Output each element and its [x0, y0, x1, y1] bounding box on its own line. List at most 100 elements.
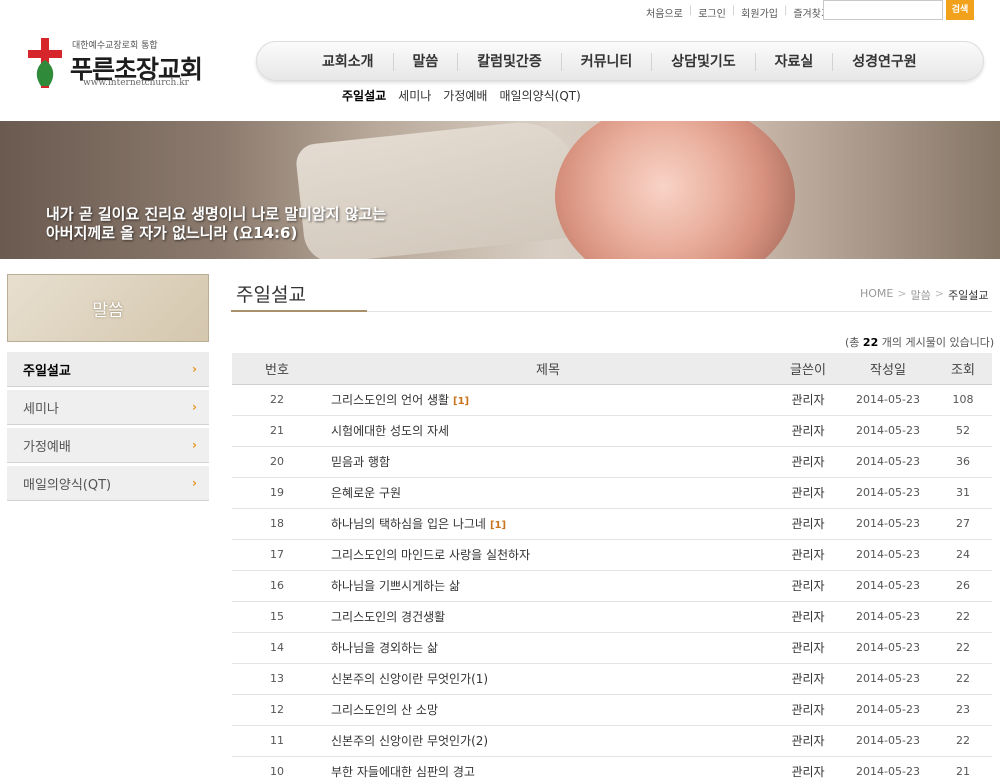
post-title-link[interactable]: 그리스도인의 마인드로 사랑을 실천하자	[331, 548, 530, 562]
post-title-cell: 부한 자들에대한 심판의 경고	[322, 756, 774, 782]
search-input[interactable]	[823, 0, 943, 20]
table-row: 13 신본주의 신앙이란 무엇인가(1) 관리자 2014-05-23 22	[232, 663, 992, 695]
post-number: 20	[232, 446, 322, 478]
nav-item-archive[interactable]: 자료실	[754, 53, 833, 71]
side-item-sunday-sermon[interactable]: 주일설교 ›	[7, 352, 209, 387]
post-writer: 관리자	[774, 508, 842, 540]
church-cross-icon	[28, 38, 62, 88]
post-title-link[interactable]: 시험에대한 성도의 자세	[331, 424, 449, 438]
nav-item-counsel[interactable]: 상담및기도	[651, 53, 754, 71]
utility-links: 처음으로 | 로그인 | 회원가입 | 즐겨찾기	[640, 5, 836, 20]
post-hits: 22	[934, 632, 992, 664]
post-writer: 관리자	[774, 756, 842, 782]
breadcrumb-section[interactable]: 말씀	[911, 287, 931, 303]
post-number: 17	[232, 539, 322, 571]
table-row: 14 하나님을 경외하는 삶 관리자 2014-05-23 22	[232, 632, 992, 664]
post-title-link[interactable]: 믿음과 행함	[331, 455, 390, 469]
table-row: 15 그리스도인의 경건생활 관리자 2014-05-23 22	[232, 601, 992, 633]
post-title-link[interactable]: 은혜로운 구원	[331, 486, 401, 500]
post-date: 2014-05-23	[842, 725, 934, 757]
post-writer: 관리자	[774, 415, 842, 447]
nav-item-about[interactable]: 교회소개	[303, 53, 393, 71]
post-date: 2014-05-23	[842, 756, 934, 782]
post-title-link[interactable]: 그리스도인의 언어 생활	[331, 393, 449, 407]
post-hits: 26	[934, 570, 992, 602]
signup-link[interactable]: 회원가입	[735, 5, 784, 20]
subnav-item-family-worship[interactable]: 가정예배	[443, 87, 487, 104]
post-hits: 36	[934, 446, 992, 478]
post-title-cell: 그리스도인의 경건생활	[322, 601, 774, 633]
side-item-family-worship[interactable]: 가정예배 ›	[7, 428, 209, 463]
post-title-cell: 신본주의 신앙이란 무엇인가(1)	[322, 663, 774, 695]
post-writer: 관리자	[774, 663, 842, 695]
post-title-link[interactable]: 부한 자들에대한 심판의 경고	[331, 765, 475, 779]
nav-item-column[interactable]: 칼럼및간증	[457, 53, 560, 71]
login-link[interactable]: 로그인	[692, 5, 732, 20]
post-number: 18	[232, 508, 322, 540]
post-date: 2014-05-23	[842, 539, 934, 571]
post-title-cell: 신본주의 신앙이란 무엇인가(2)	[322, 725, 774, 757]
search-button[interactable]: 검색	[946, 0, 974, 20]
post-title-link[interactable]: 하나님을 경외하는 삶	[331, 641, 438, 655]
comment-count: [1]	[453, 396, 470, 407]
breadcrumb-home[interactable]: HOME	[860, 287, 893, 303]
table-row: 17 그리스도인의 마인드로 사랑을 실천하자 관리자 2014-05-23 24	[232, 539, 992, 571]
post-title-link[interactable]: 하나님의 택하심을 입은 나그네	[331, 517, 486, 531]
hero-banner: 내가 곧 길이요 진리요 생명이니 나로 말미암지 않고는 아버지께로 올 자가…	[0, 121, 1000, 259]
post-hits: 22	[934, 663, 992, 695]
table-row: 18 하나님의 택하심을 입은 나그네 [1] 관리자 2014-05-23 27	[232, 508, 992, 540]
post-number: 22	[232, 384, 322, 416]
side-item-label: 세미나	[23, 401, 59, 417]
post-hits: 27	[934, 508, 992, 540]
table-row: 11 신본주의 신앙이란 무엇인가(2) 관리자 2014-05-23 22	[232, 725, 992, 757]
utility-bar: 처음으로 | 로그인 | 회원가입 | 즐겨찾기 검색	[0, 0, 1000, 24]
table-row: 22 그리스도인의 언어 생활 [1] 관리자 2014-05-23 108	[232, 384, 992, 416]
rose-image	[555, 121, 795, 259]
table-header-row: 번호 제목 글쓴이 작성일 조회	[232, 353, 992, 385]
post-title-link[interactable]: 그리스도인의 산 소망	[331, 703, 438, 717]
post-title-cell: 하나님을 기쁘시게하는 삶	[322, 570, 774, 602]
post-writer: 관리자	[774, 725, 842, 757]
post-title-link[interactable]: 하나님을 기쁘시게하는 삶	[331, 579, 460, 593]
post-writer: 관리자	[774, 632, 842, 664]
subnav-item-daily-qt[interactable]: 매일의양식(QT)	[499, 87, 580, 104]
side-menu: 주일설교 › 세미나 › 가정예배 › 매일의양식(QT) ›	[7, 352, 209, 504]
nav-item-sermon[interactable]: 말씀	[392, 53, 458, 71]
nav-item-community[interactable]: 커뮤니티	[560, 53, 652, 71]
post-writer: 관리자	[774, 570, 842, 602]
sub-nav: 주일설교 세미나 가정예배 매일의양식(QT)	[342, 87, 581, 104]
side-menu-title: 말씀	[7, 274, 209, 342]
chevron-right-icon: ›	[192, 476, 197, 490]
post-hits: 23	[934, 694, 992, 726]
post-number: 19	[232, 477, 322, 509]
side-item-seminar[interactable]: 세미나 ›	[7, 390, 209, 425]
col-writer-header: 글쓴이	[774, 353, 842, 385]
subnav-item-sunday-sermon[interactable]: 주일설교	[342, 87, 386, 104]
post-number: 21	[232, 415, 322, 447]
comment-count: [1]	[489, 520, 507, 531]
post-date: 2014-05-23	[842, 570, 934, 602]
post-title-cell: 하나님의 택하심을 입은 나그네 [1]	[322, 508, 774, 540]
post-date: 2014-05-23	[842, 415, 934, 447]
post-hits: 21	[934, 756, 992, 782]
chevron-right-icon: ›	[192, 400, 197, 414]
post-date: 2014-05-23	[842, 477, 934, 509]
post-count-suffix: 개의 게시물이 있습니다)	[881, 336, 995, 349]
side-item-daily-qt[interactable]: 매일의양식(QT) ›	[7, 466, 209, 501]
home-link[interactable]: 처음으로	[640, 5, 689, 20]
post-writer: 관리자	[774, 601, 842, 633]
banner-verse: 내가 곧 길이요 진리요 생명이니 나로 말미암지 않고는 아버지께로 올 자가…	[46, 205, 386, 243]
post-date: 2014-05-23	[842, 508, 934, 540]
post-title-cell: 그리스도인의 산 소망	[322, 694, 774, 726]
post-writer: 관리자	[774, 694, 842, 726]
post-writer: 관리자	[774, 384, 842, 416]
post-title-link[interactable]: 그리스도인의 경건생활	[331, 610, 445, 624]
post-title-link[interactable]: 신본주의 신앙이란 무엇인가(1)	[331, 672, 488, 686]
post-date: 2014-05-23	[842, 694, 934, 726]
side-item-label: 가정예배	[23, 439, 71, 455]
subnav-item-seminar[interactable]: 세미나	[398, 87, 431, 104]
nav-item-bible-institute[interactable]: 성경연구원	[832, 53, 935, 71]
post-title-link[interactable]: 신본주의 신앙이란 무엇인가(2)	[331, 734, 488, 748]
post-date: 2014-05-23	[842, 446, 934, 478]
site-logo[interactable]: 대한예수교장로회 통합 푸른초장교회 www.internetchurch.kr	[28, 36, 208, 92]
